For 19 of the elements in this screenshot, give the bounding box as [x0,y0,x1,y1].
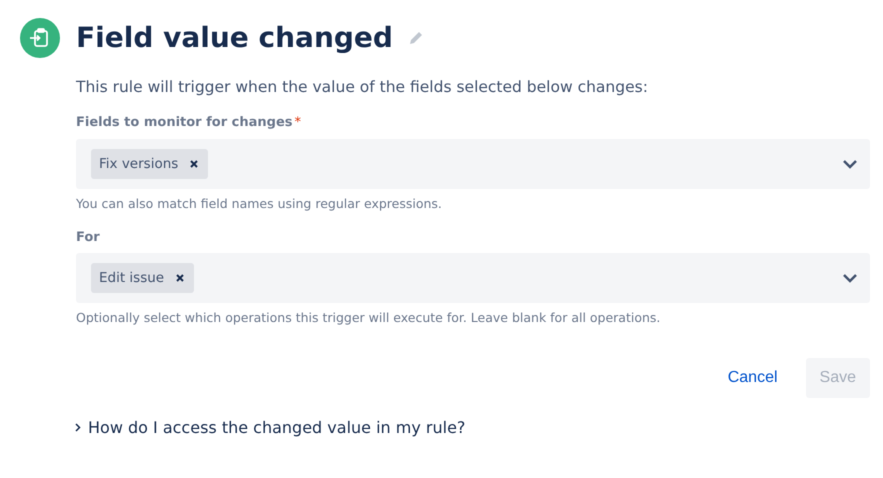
chevron-right-icon [75,423,81,432]
field-label: For [76,228,100,246]
help-text: You can also match field names using regular expressions. [76,194,443,213]
cancel-button[interactable]: Cancel [714,358,792,398]
trigger-icon [20,18,60,58]
required-mark: * [294,114,301,132]
field-label: Fields to monitor for changes [76,114,292,132]
chevron-down-icon[interactable] [842,158,858,169]
selected-tag: Edit issue [91,263,194,293]
expander-toggle[interactable]: How do I access the changed value in my rule? [75,416,870,440]
help-text: Optionally select which operations this trigger will execute for. Leave blank for all operations. [76,309,662,327]
remove-icon[interactable] [176,274,184,282]
chevron-down-icon[interactable] [842,273,858,283]
description-text: This rule will trigger when the value of the fields selected below changes: [76,77,649,98]
multi-select-field[interactable]: Edit issue [76,253,870,303]
selected-tag: Fix versions [91,148,208,179]
multi-select-field[interactable]: Fix versions [76,138,870,189]
remove-icon[interactable] [190,160,198,168]
page-title: Field value changed [76,24,393,52]
